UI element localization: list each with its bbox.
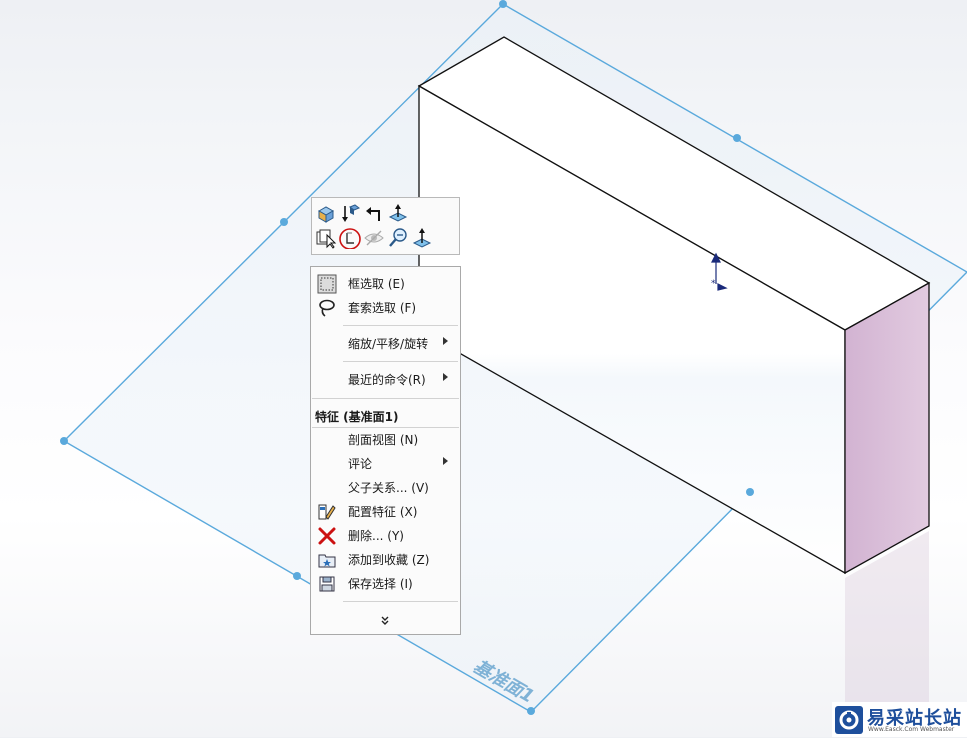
menu-item-label: 最近的命令(R)	[348, 373, 426, 387]
menu-separator	[343, 601, 458, 602]
normal-to-plane-icon[interactable]	[411, 227, 433, 249]
menu-item-add-to-favorites[interactable]: 添加到收藏 (Z)	[311, 548, 460, 570]
expand-menu-icon[interactable]	[377, 614, 393, 628]
menu-item-zoom-pan-rotate[interactable]: 缩放/平移/旋转	[311, 332, 460, 354]
graphics-viewport[interactable]: * 基准面1	[0, 0, 967, 737]
menu-separator	[312, 398, 459, 399]
watermark-subtitle: Www.Easck.Com Webmaster	[868, 726, 955, 733]
configure-feature-icon	[317, 502, 337, 522]
menu-item-label: 套索选取 (F)	[348, 301, 417, 315]
context-toolbar	[311, 197, 460, 255]
lasso-icon	[317, 298, 337, 318]
site-logo-icon	[835, 706, 863, 734]
menu-item-label: 评论	[348, 457, 373, 471]
menu-separator	[343, 325, 458, 326]
zoom-to-selection-icon[interactable]	[387, 227, 409, 249]
menu-section-title: 特征 (基准面1)	[315, 410, 399, 424]
save-selection-icon	[317, 574, 337, 594]
menu-item-label: 保存选择 (I)	[348, 577, 413, 591]
rollback-icon[interactable]	[363, 203, 385, 225]
submenu-arrow-icon	[443, 337, 448, 345]
select-other-icon[interactable]	[315, 227, 337, 249]
sketch-icon[interactable]	[339, 227, 361, 249]
hide-show-icon[interactable]	[363, 227, 385, 249]
menu-item-configure-feature[interactable]: 配置特征 (X)	[311, 500, 460, 522]
menu-item-label: 框选取 (E)	[348, 277, 405, 291]
site-watermark: 易采站长站 Www.Easck.Com Webmaster	[832, 702, 967, 737]
menu-item-parent-child[interactable]: 父子关系... (V)	[311, 476, 460, 498]
delete-icon	[317, 526, 337, 546]
submenu-arrow-icon	[443, 373, 448, 381]
context-menu: 框选取 (E) 套索选取 (F) 缩放/平移/旋转 最近的命令(R) 特征 (基…	[310, 266, 461, 635]
submenu-arrow-icon	[443, 457, 448, 465]
menu-separator	[343, 361, 458, 362]
menu-item-delete[interactable]: 删除... (Y)	[311, 524, 460, 546]
menu-item-box-select[interactable]: 框选取 (E)	[311, 272, 460, 294]
menu-item-recent-commands[interactable]: 最近的命令(R)	[311, 368, 460, 390]
menu-item-lasso-select[interactable]: 套索选取 (F)	[311, 296, 460, 318]
menu-item-comment[interactable]: 评论	[311, 452, 460, 474]
move-plane-icon[interactable]	[387, 203, 409, 225]
favorites-folder-icon	[317, 550, 337, 570]
menu-item-label: 配置特征 (X)	[348, 505, 418, 519]
menu-item-label: 父子关系... (V)	[348, 481, 429, 495]
view-orientation-icon[interactable]	[315, 203, 337, 225]
menu-item-label: 添加到收藏 (Z)	[348, 553, 430, 567]
menu-item-label: 删除... (Y)	[348, 529, 404, 543]
menu-item-label: 剖面视图 (N)	[348, 433, 419, 447]
svg-text:*: *	[711, 279, 716, 289]
box-select-icon	[317, 274, 337, 294]
normal-to-icon[interactable]	[339, 203, 361, 225]
menu-item-section-view[interactable]: 剖面视图 (N)	[311, 428, 460, 450]
menu-item-save-selection[interactable]: 保存选择 (I)	[311, 572, 460, 594]
menu-item-label: 缩放/平移/旋转	[348, 337, 429, 351]
